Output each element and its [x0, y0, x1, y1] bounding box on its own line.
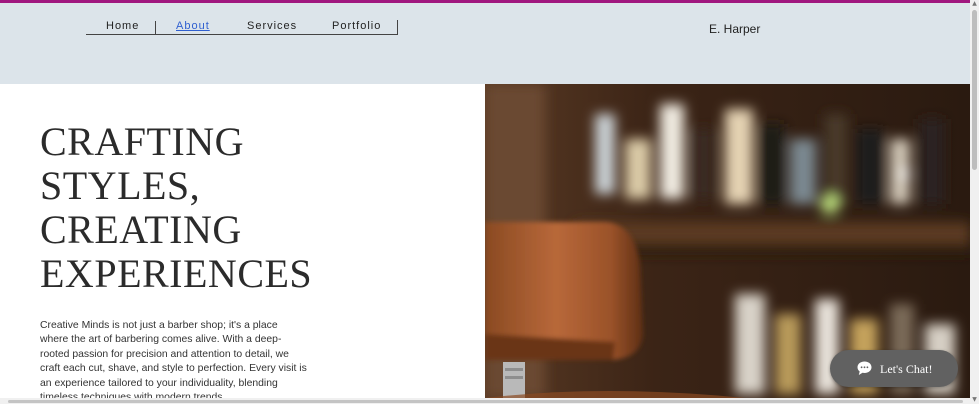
nav-home-link[interactable]: Home	[106, 20, 139, 32]
nav-services-link[interactable]: Services	[247, 20, 297, 32]
main-nav: Home About Services Portfolio	[86, 20, 398, 35]
hero-title-line: CREATING	[40, 207, 242, 252]
scroll-down-arrow-icon[interactable]: ▼	[971, 396, 978, 404]
site-header: Home About Services Portfolio E. Harper	[0, 3, 970, 84]
chat-widget-button[interactable]: Let's Chat!	[830, 350, 958, 387]
chat-bubble-icon	[857, 361, 872, 375]
hero-title-line: EXPERIENCES	[40, 251, 313, 296]
vertical-scroll-thumb[interactable]	[972, 10, 977, 170]
nav-separator	[155, 21, 156, 34]
nav-about-link[interactable]: About	[176, 20, 210, 32]
nav-portfolio-link[interactable]: Portfolio	[332, 20, 381, 32]
chat-widget-label: Let's Chat!	[880, 362, 933, 376]
horizontal-scroll-thumb[interactable]	[8, 400, 963, 403]
hero-description: Creative Minds is not just a barber shop…	[40, 320, 307, 403]
hero-title: CRAFTING STYLES, CREATING EXPERIENCES	[40, 120, 312, 296]
scroll-up-arrow-icon[interactable]: ▲	[971, 0, 978, 8]
hero-title-line: CRAFTING	[40, 119, 245, 164]
hero-title-line: STYLES,	[40, 163, 201, 208]
brand-name[interactable]: E. Harper	[709, 22, 760, 36]
